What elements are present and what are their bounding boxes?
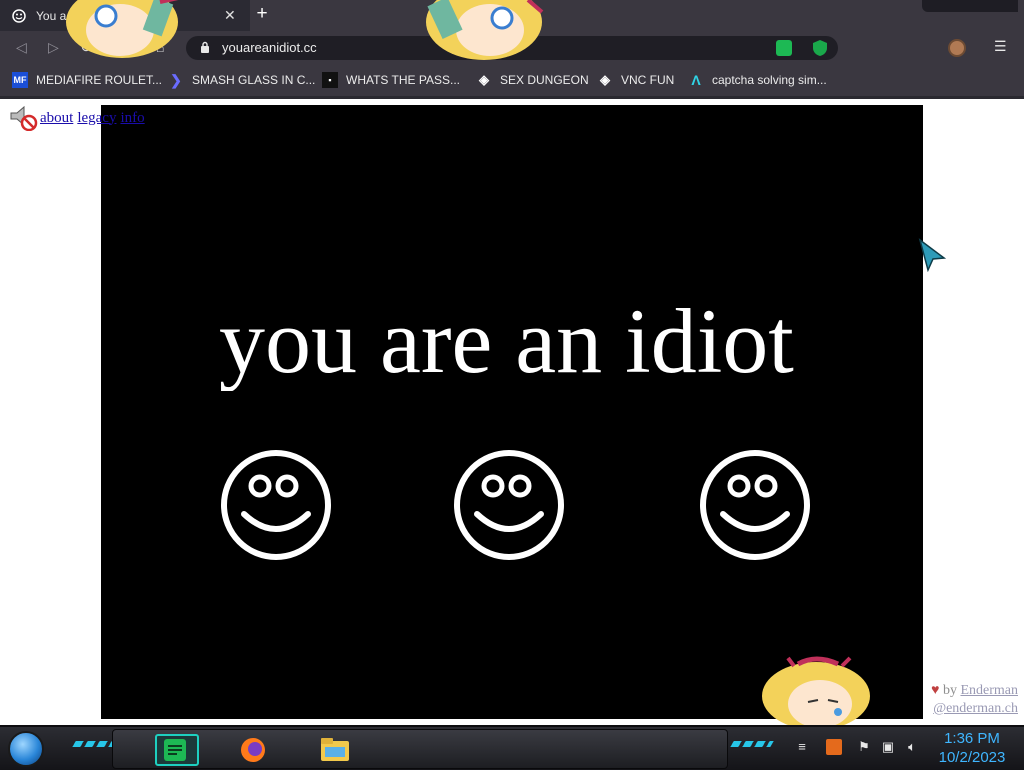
cube-bookmark-icon: ◈	[479, 72, 489, 87]
forward-icon[interactable]: ▷	[48, 39, 59, 56]
smiley-icon	[454, 450, 564, 560]
mediafire-icon: MF	[12, 72, 28, 88]
profile-avatar[interactable]	[948, 39, 966, 57]
credit-line: ♥ by Enderman	[931, 682, 1018, 700]
terminal-bookmark-icon: ▪	[322, 72, 338, 88]
anime-character-sticker	[426, 0, 544, 60]
smiley-icon	[700, 450, 810, 560]
bookmark-item[interactable]: ❯ SMASH GLASS IN C...	[168, 72, 315, 88]
tray-bars-icon[interactable]: ≡	[794, 739, 810, 755]
clock-time: 1:36 PM	[944, 730, 1000, 747]
clock-date: 10/2/2023	[938, 749, 1006, 766]
contact-link[interactable]: @enderman.ch	[933, 701, 1018, 716]
taskbar-dock	[112, 729, 728, 769]
menu-icon[interactable]: ☰	[994, 38, 1007, 55]
bookmark-item[interactable]: ▪ WHATS THE PASS...	[322, 72, 460, 88]
taskbar: ≡ ⚑ ▣ 🔈︎ 1:36 PM 10/2/2023	[0, 725, 1024, 770]
info-link[interactable]: info	[120, 110, 144, 127]
anime-character-sticker	[762, 656, 870, 728]
smiley-favicon-icon	[12, 8, 26, 23]
cube-bookmark-icon: ◈	[600, 72, 610, 87]
lock-icon	[201, 41, 209, 53]
folder-icon	[321, 738, 349, 761]
muted-speaker-icon[interactable]	[8, 105, 38, 131]
about-link[interactable]: about	[40, 110, 73, 127]
system-clock[interactable]: 1:36 PM 10/2/2023	[930, 729, 1014, 767]
video-stage[interactable]: you are an idiot	[101, 105, 923, 719]
network-icon[interactable]: ▣	[880, 739, 896, 755]
author-link[interactable]: Enderman	[960, 683, 1018, 698]
bookmark-item[interactable]: ◈ SEX DUNGEON	[476, 72, 589, 88]
page-nav: about legacy info	[8, 105, 149, 131]
taskbar-decoration	[72, 741, 116, 747]
bookmark-label: VNC FUN	[621, 73, 675, 87]
firefox-icon	[241, 738, 265, 762]
heart-icon: ♥	[931, 683, 940, 698]
anime-character-sticker	[66, 0, 179, 58]
file-explorer-button[interactable]	[313, 734, 357, 766]
close-tab-icon[interactable]: ✕	[224, 7, 236, 24]
bookmark-item[interactable]: Λ captcha solving sim...	[688, 72, 827, 88]
notes-app-icon	[164, 739, 186, 761]
bookmark-label: SEX DUNGEON	[500, 73, 589, 87]
notes-app-button[interactable]	[155, 734, 199, 766]
mouse-cursor-icon	[918, 238, 946, 272]
taskbar-decoration	[730, 741, 774, 747]
url-text: youareanidiot.cc	[222, 40, 317, 55]
bookmark-label: MEDIAFIRE ROULET...	[36, 73, 163, 87]
bookmark-label: WHATS THE PASS...	[346, 73, 461, 87]
chevron-bookmark-icon: ❯	[170, 72, 182, 88]
firefox-button[interactable]	[231, 734, 275, 766]
credit-block: ♥ by Enderman @enderman.ch	[931, 682, 1018, 718]
start-button[interactable]	[8, 731, 44, 767]
legacy-link[interactable]: legacy	[77, 110, 116, 127]
credit-by: by	[942, 683, 957, 698]
new-tab-button[interactable]: +	[252, 4, 272, 24]
volume-icon[interactable]: 🔈︎	[904, 739, 920, 755]
shield-extension-icon[interactable]	[812, 39, 828, 57]
bookmark-label: SMASH GLASS IN C...	[192, 73, 316, 87]
bookmark-item[interactable]: ◈ VNC FUN	[597, 72, 674, 88]
page-headline: you are an idiot	[219, 291, 794, 391]
smiley-icon	[221, 450, 331, 560]
tray-app-icon[interactable]	[826, 739, 842, 755]
arrow-a-bookmark-icon: Λ	[691, 72, 701, 88]
flag-icon[interactable]: ⚑	[856, 739, 872, 755]
contact-line: @enderman.ch	[931, 700, 1018, 718]
bookmark-label: captcha solving sim...	[712, 73, 827, 87]
notes-extension-icon[interactable]	[776, 40, 792, 56]
back-icon[interactable]: ◁	[16, 39, 27, 56]
bookmarks-bar: MF MEDIAFIRE ROULET... ❯ SMASH GLASS IN …	[0, 65, 1024, 99]
window-controls[interactable]	[922, 0, 1018, 12]
bookmark-item[interactable]: MF MEDIAFIRE ROULET...	[12, 72, 162, 88]
